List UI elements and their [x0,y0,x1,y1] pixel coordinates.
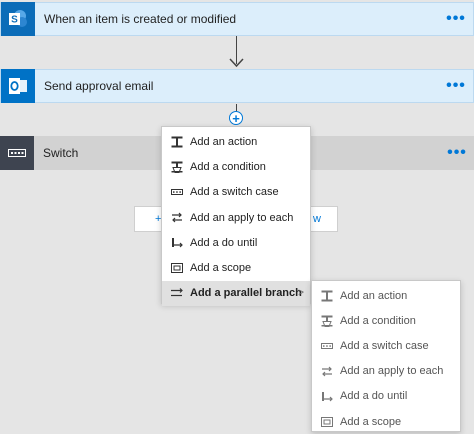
menu-item-label: Add an action [190,135,258,148]
submenu-item-add-do-until[interactable]: Add a do until [312,384,460,409]
scope-icon [170,262,184,274]
menu-item-add-scope[interactable]: Add a scope [162,255,310,280]
submenu-item-add-switch-case[interactable]: Add a switch case [312,333,460,358]
condition-icon [320,315,334,327]
switch-case-icon [170,186,184,198]
action-icon [320,290,334,302]
menu-item-add-switch-case[interactable]: Add a switch case [162,180,310,205]
submenu-item-add-condition[interactable]: Add a condition [312,308,460,333]
outlook-icon [1,69,35,103]
button-fragment-right: w [313,213,321,225]
condition-icon [170,161,184,173]
menu-item-add-do-until[interactable]: Add a do until [162,230,310,255]
apply-to-each-icon [320,365,334,377]
scope-icon [320,416,334,428]
menu-item-add-apply-to-each[interactable]: Add an apply to each [162,205,310,230]
action-icon [170,136,184,148]
menu-item-add-condition[interactable]: Add a condition [162,154,310,179]
trigger-card[interactable]: S When an item is created or modified ••… [0,2,474,36]
menu-item-label: Add a switch case [190,186,279,199]
arrow-down-icon [229,58,244,68]
submenu-item-add-action[interactable]: Add an action [312,283,460,308]
submenu-item-add-scope[interactable]: Add a scope [312,409,460,434]
switch-case-icon [320,340,334,352]
menu-item-label: Add a scope [340,415,402,428]
parallel-branch-submenu: Add an action Add a condition Add a swit… [311,280,461,432]
menu-item-add-parallel-branch[interactable]: Add a parallel branch > [162,280,310,307]
menu-item-label: Add a do until [340,390,408,403]
menu-item-label: Add a parallel branch [190,287,302,300]
more-options-icon[interactable]: ••• [439,2,473,36]
parallel-branch-icon [170,287,184,299]
menu-item-add-action[interactable]: Add an action [162,129,310,154]
svg-text:S: S [11,15,18,26]
menu-item-label: Add a condition [190,160,266,173]
switch-icon [0,136,34,170]
menu-item-label: Add an action [340,289,408,302]
menu-item-label: Add a switch case [340,339,429,352]
menu-item-label: Add an apply to each [340,365,444,378]
sharepoint-icon: S [1,2,35,36]
menu-item-label: Add an apply to each [190,211,294,224]
insert-menu: Add an action Add a condition Add a swit… [161,126,311,307]
do-until-icon [320,390,334,402]
submenu-item-add-apply-to-each[interactable]: Add an apply to each [312,359,460,384]
more-options-icon[interactable]: ••• [440,136,474,170]
do-until-icon [170,237,184,249]
apply-to-each-icon [170,212,184,224]
insert-step-button[interactable]: + [229,111,243,125]
chevron-right-icon: > [298,287,304,299]
step-title: Send approval email [44,79,154,93]
more-options-icon[interactable]: ••• [439,69,473,103]
menu-item-label: Add a condition [340,314,416,327]
send-approval-email-card[interactable]: Send approval email ••• [0,69,474,103]
menu-item-label: Add a do until [190,236,258,249]
step-title: When an item is created or modified [44,12,237,26]
menu-item-label: Add a scope [190,262,252,275]
